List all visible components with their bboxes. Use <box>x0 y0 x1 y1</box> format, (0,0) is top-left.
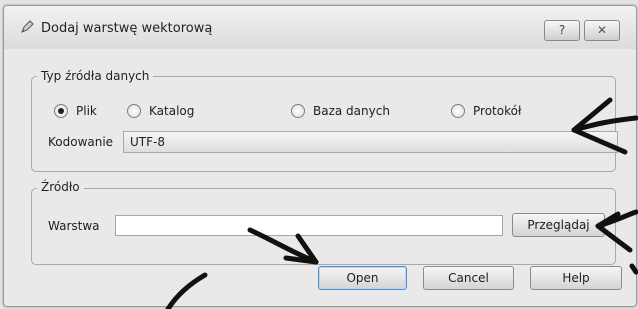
layer-label: Warstwa <box>48 219 100 233</box>
radio-baza-danych-dot[interactable] <box>291 104 305 118</box>
add-vector-layer-dialog: Dodaj warstwę wektorową ? ✕ Typ źródła d… <box>3 5 637 307</box>
help-button[interactable]: Help <box>530 266 622 290</box>
browse-button[interactable]: Przeglądaj <box>512 213 605 237</box>
source-legend: Źródło <box>37 180 84 194</box>
radio-katalog-label: Katalog <box>149 104 195 118</box>
window-title: Dodaj warstwę wektorową <box>41 21 213 36</box>
radio-katalog-dot[interactable] <box>127 104 141 118</box>
open-button[interactable]: Open <box>318 266 407 290</box>
radio-plik-label: Plik <box>76 104 97 118</box>
radio-protokol-label: Protokół <box>473 104 522 118</box>
radio-baza-danych-label: Baza danych <box>313 104 390 118</box>
close-button[interactable]: ✕ <box>584 20 620 41</box>
radio-plik-dot[interactable] <box>54 104 68 118</box>
source-type-legend: Typ źródła danych <box>37 69 154 83</box>
help-title-button[interactable]: ? <box>544 20 580 41</box>
radio-katalog[interactable]: Katalog <box>127 104 194 118</box>
radio-plik[interactable]: Plik <box>54 104 97 118</box>
layer-path-input[interactable] <box>115 215 503 236</box>
title-bar: Dodaj warstwę wektorową ? ✕ <box>4 6 636 49</box>
radio-protokol-dot[interactable] <box>451 104 465 118</box>
pen-icon <box>21 20 34 33</box>
radio-baza-danych[interactable]: Baza danych <box>291 104 390 118</box>
cancel-button[interactable]: Cancel <box>423 266 514 290</box>
radio-protokol[interactable]: Protokół <box>451 104 521 118</box>
source-type-group <box>31 76 616 172</box>
encoding-select[interactable]: UTF-8 <box>123 131 618 153</box>
encoding-label: Kodowanie <box>48 135 114 149</box>
